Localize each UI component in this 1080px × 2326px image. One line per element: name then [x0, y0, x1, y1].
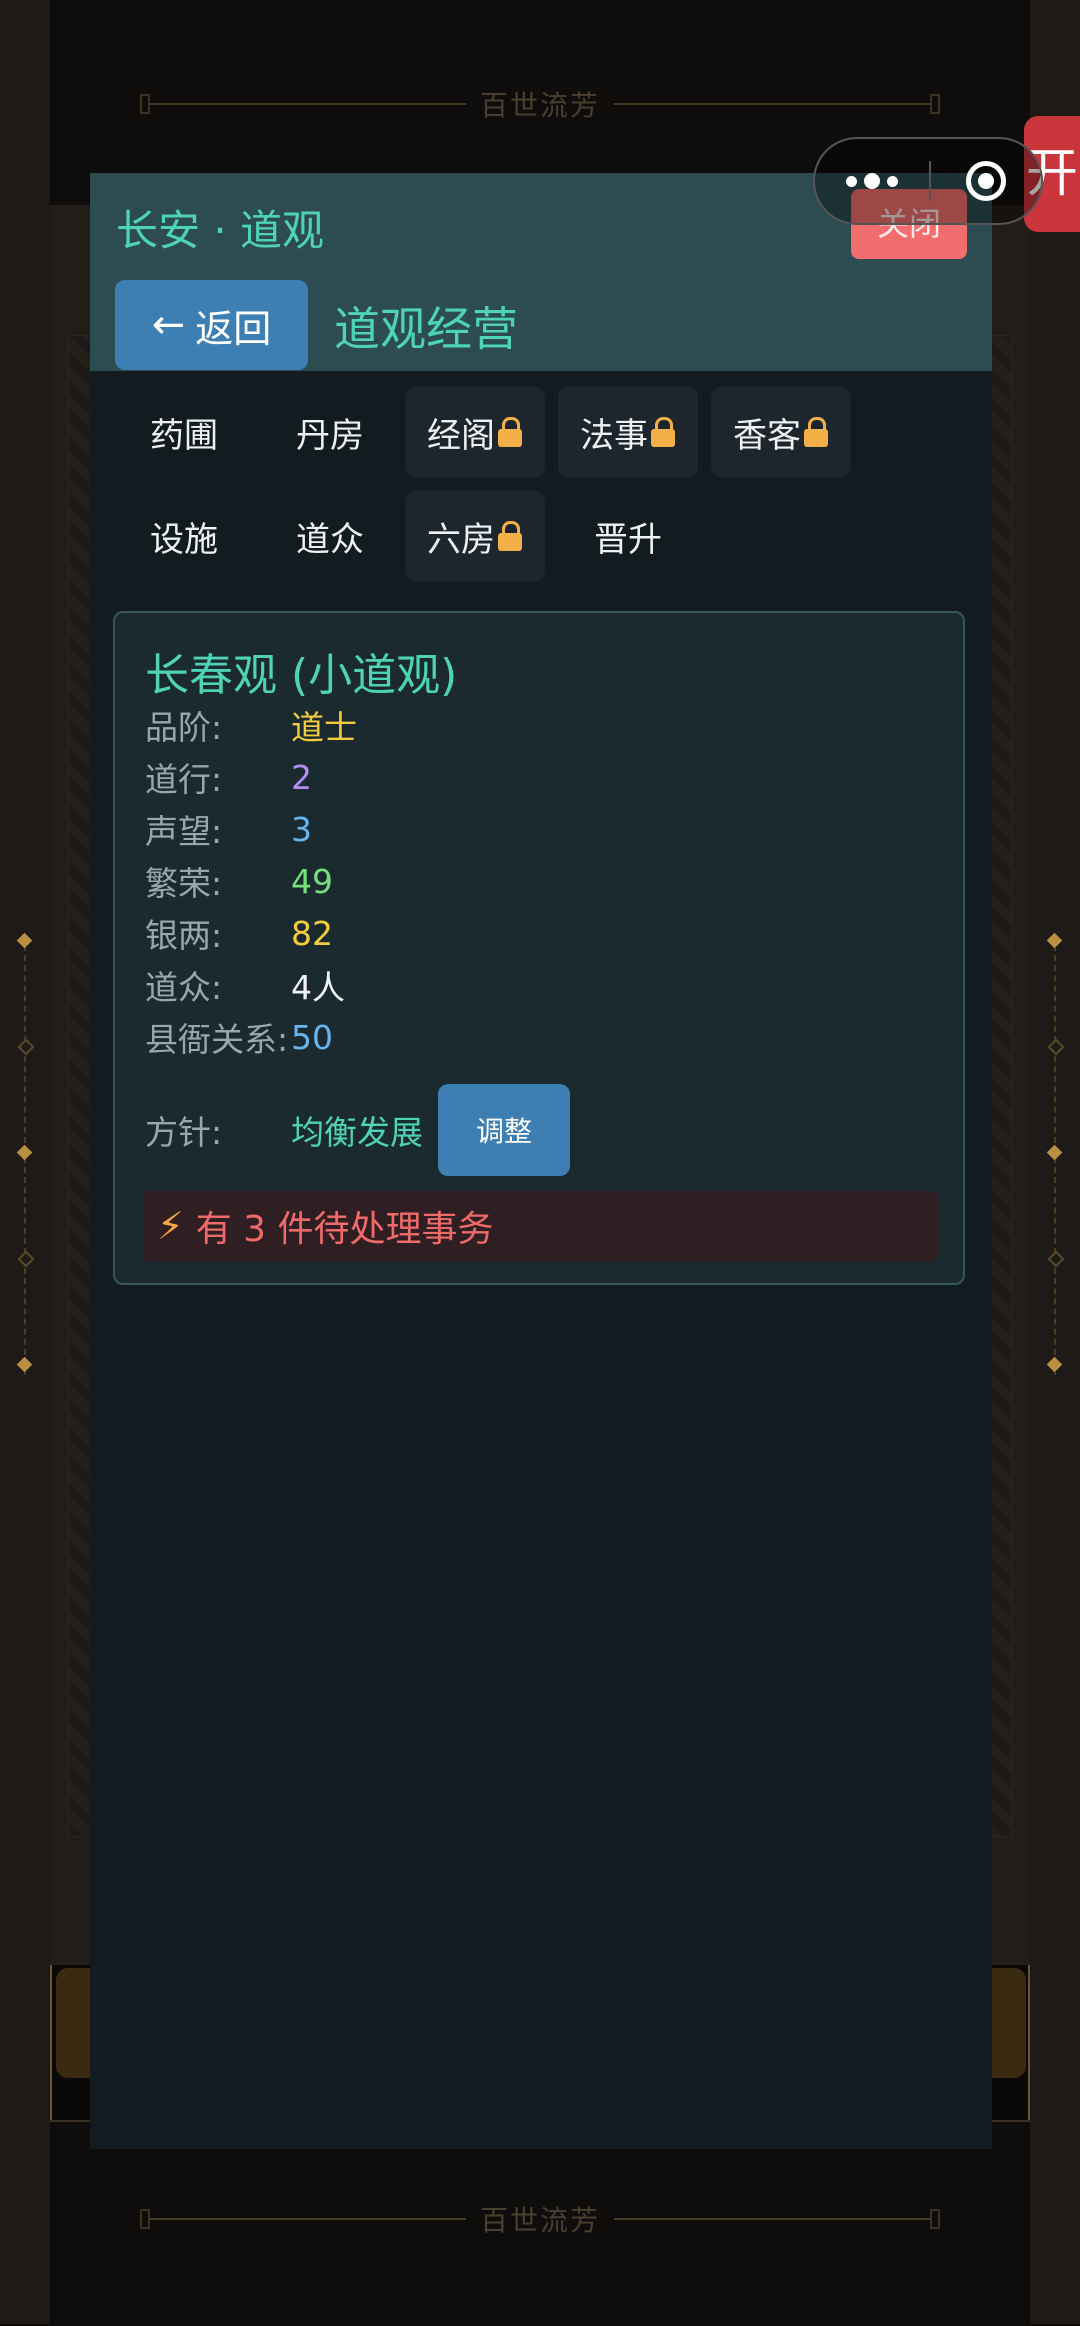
more-icon[interactable] [815, 173, 929, 189]
tab-herb-garden[interactable]: 药圃 [114, 387, 254, 477]
stat-county-relation: 县衙关系: 50 [145, 1011, 333, 1063]
stat-label: 道行: [145, 760, 223, 799]
stat-label: 品阶: [145, 708, 223, 747]
lock-icon [650, 417, 676, 447]
stat-value: 道士 [291, 708, 357, 747]
stat-silver: 银两: 82 [145, 907, 333, 959]
tab-disciples[interactable]: 道众 [260, 491, 400, 581]
right-frame [1028, 0, 1080, 2324]
bottom-banner: 百世流芳 [140, 2204, 941, 2237]
stat-reputation: 声望: 3 [145, 803, 312, 855]
tab-six-offices[interactable]: 六房 [405, 491, 545, 581]
stat-value: 49 [291, 861, 333, 901]
lock-icon [497, 417, 523, 447]
stat-label: 县衙关系: [145, 1020, 289, 1059]
pending-affairs-alert[interactable]: ⚡ 有 3 件待处理事务 [143, 1191, 937, 1261]
stat-label: 银两: [145, 916, 223, 955]
stat-prosperity: 繁荣: 49 [145, 855, 333, 907]
miniprogram-capsule [813, 137, 1043, 225]
tab-label: 六房 [427, 519, 495, 560]
left-ornament [14, 932, 36, 1375]
tab-rituals[interactable]: 法事 [558, 387, 698, 477]
tab-label: 法事 [580, 415, 648, 456]
lock-icon [803, 417, 829, 447]
banner-text: 百世流芳 [480, 89, 601, 122]
page-title: 道观经营 [334, 302, 518, 356]
tab-label: 香客 [733, 415, 801, 456]
alert-text: 有 3 件待处理事务 [195, 1209, 494, 1250]
stat-rank: 品阶: 道士 [145, 699, 357, 751]
modal-title: 长安 · 道观 [116, 206, 325, 255]
lock-icon [497, 521, 523, 551]
banner-text-bottom: 百世流芳 [480, 2204, 601, 2237]
back-button[interactable]: ← 返回 [115, 280, 308, 370]
policy-label: 方针: [145, 1113, 223, 1152]
stat-cultivation: 道行: 2 [145, 751, 312, 803]
tab-scripture-pavilion[interactable]: 经阁 [405, 387, 545, 477]
right-ornament [1044, 932, 1066, 1375]
stat-disciples: 道众: 4人 [145, 959, 345, 1011]
stat-label: 道众: [145, 968, 223, 1007]
lightning-icon: ⚡ [157, 1204, 184, 1248]
tab-label: 丹房 [296, 415, 364, 456]
stat-value: 82 [291, 913, 333, 953]
exit-target-icon[interactable] [931, 161, 1041, 201]
tab-label: 晋升 [594, 519, 662, 560]
policy-value: 均衡发展 [291, 1113, 423, 1152]
back-label: 返回 [195, 306, 272, 351]
stat-value: 50 [291, 1017, 333, 1057]
tab-label: 经阁 [427, 415, 495, 456]
temple-info-card: 长春观 (小道观) 品阶: 道士 道行: 2 声望: 3 繁荣: 49 银两: … [113, 611, 965, 1285]
left-arrow-icon: ← [151, 302, 186, 348]
policy-row: 方针: 均衡发展 [145, 1104, 423, 1156]
stat-value: 3 [291, 809, 312, 849]
adjust-policy-button[interactable]: 调整 [438, 1084, 570, 1176]
tab-facilities[interactable]: 设施 [114, 491, 254, 581]
left-frame [0, 0, 52, 2324]
stat-label: 声望: [145, 812, 223, 851]
temple-modal: 长安 · 道观 关闭 ← 返回 道观经营 药圃 丹房 经阁 法事 香客 设施 道… [90, 173, 992, 2149]
stat-value: 4人 [291, 968, 345, 1007]
tab-pilgrims[interactable]: 香客 [711, 387, 851, 477]
stat-value: 2 [291, 757, 312, 797]
tab-label: 设施 [150, 519, 218, 560]
tab-promotion[interactable]: 晋升 [558, 491, 698, 581]
tab-label: 道众 [296, 519, 364, 560]
tab-label: 药圃 [150, 415, 218, 456]
temple-name: 长春观 (小道观) [145, 650, 458, 701]
top-banner: 百世流芳 [140, 89, 941, 122]
stat-label: 繁荣: [145, 864, 223, 903]
tab-alchemy-room[interactable]: 丹房 [260, 387, 400, 477]
